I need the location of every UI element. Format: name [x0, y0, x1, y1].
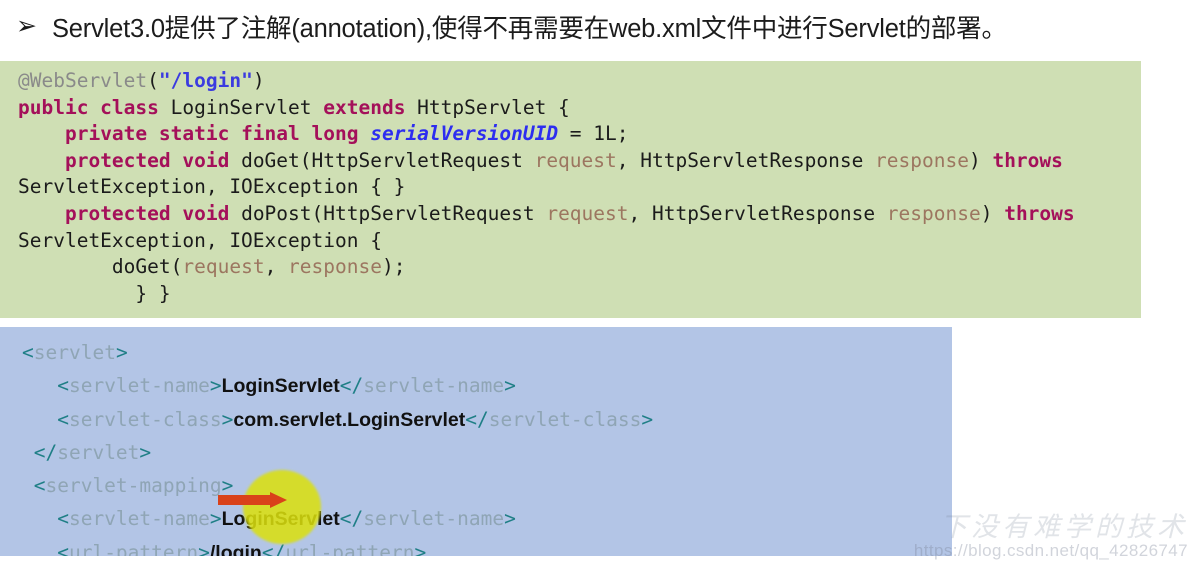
code-line: </servlet> — [22, 436, 952, 469]
code-token-plain: ) — [968, 148, 993, 172]
code-line: ServletException, IOException { } — [18, 174, 1141, 201]
code-token-text: LoginServlet — [221, 375, 340, 398]
code-token-keyword: throws — [1004, 201, 1075, 225]
code-token-plain: = 1L; — [558, 122, 629, 146]
code-token-plain: ) — [980, 201, 1005, 225]
code-token-plain: , HttpServletResponse — [616, 148, 876, 172]
code-token-keyword: extends — [323, 95, 418, 119]
code-token-bracket: </ — [22, 440, 58, 464]
code-token-tag: servlet — [33, 341, 116, 364]
code-token-bracket: > — [414, 540, 427, 556]
code-token-bracket: > — [641, 407, 654, 431]
code-token-text: /login — [209, 541, 262, 556]
code-token-keyword: protected void — [64, 148, 242, 172]
code-token-keyword: throws — [992, 148, 1063, 172]
code-token-text: LoginServlet — [221, 508, 340, 531]
code-token-bracket: > — [115, 341, 128, 364]
code-token-bracket: </ — [339, 374, 364, 398]
code-token-plain: , — [264, 255, 289, 279]
code-token-tag: servlet-class — [68, 407, 222, 431]
code-token-tag: url-pattern — [285, 540, 415, 556]
code-token-keyword: public class — [18, 95, 171, 119]
watermark-chinese-text: 下没有难学的技术 — [940, 511, 1188, 543]
code-token-param: request — [534, 148, 617, 172]
code-token-bracket: > — [209, 507, 222, 531]
code-token-plain: doPost(HttpServletRequest — [241, 201, 547, 225]
code-token-tag: servlet — [57, 440, 140, 464]
code-token-bracket: < — [22, 341, 34, 364]
code-token-bracket: < — [22, 407, 69, 431]
code-token-bracket: </ — [339, 507, 364, 531]
code-token-param: request — [182, 255, 265, 279]
code-token-string: "/login" — [158, 69, 253, 92]
code-token-tag: servlet-name — [68, 374, 210, 398]
code-token-plain: } } — [18, 281, 171, 305]
code-token-plain: , HttpServletResponse — [628, 201, 887, 225]
code-line: <servlet-class>com.servlet.LoginServlet<… — [22, 403, 952, 436]
code-token-bracket: > — [139, 440, 152, 464]
code-line: <servlet-name>LoginServlet</servlet-name… — [22, 369, 952, 402]
code-token-param: request — [546, 201, 629, 225]
code-token-keyword: protected void — [64, 201, 242, 225]
bullet-arrow-icon: ➢ — [16, 10, 37, 40]
code-token-bracket: > — [221, 407, 234, 431]
java-code-block: @WebServlet("/login") public class LoginS… — [0, 61, 1141, 318]
code-token-plain: ServletException, IOException { } — [18, 175, 406, 199]
code-token-bracket: < — [22, 507, 69, 531]
code-token-plain: doGet(HttpServletRequest — [241, 148, 535, 172]
code-token-field: serialVersionUID — [370, 122, 559, 146]
code-token-tag: servlet-name — [363, 507, 505, 531]
code-line: doGet(request, response); — [18, 254, 1141, 281]
code-token-plain: LoginServlet — [170, 95, 324, 119]
code-token-plain: ServletException, IOException { — [18, 228, 382, 252]
code-line: protected void doGet(HttpServletRequest … — [18, 148, 1141, 175]
code-token-keyword: private static final long — [64, 122, 371, 146]
code-token-tag: servlet-mapping — [45, 474, 222, 498]
code-token-plain: ( — [147, 69, 159, 92]
code-token-tag: url-pattern — [68, 540, 199, 556]
code-token-bracket: > — [221, 474, 234, 498]
code-line: protected void doPost(HttpServletRequest… — [18, 201, 1141, 228]
code-token-bracket: < — [22, 374, 69, 398]
code-token-text: com.servlet.LoginServlet — [233, 408, 466, 431]
heading-bullet-line: ➢ Servlet3.0提供了注解(annotation),使得不再需要在web… — [0, 0, 1194, 52]
code-token-plain: ); — [381, 255, 406, 279]
code-token-bracket: < — [22, 474, 46, 498]
code-token-bracket: > — [504, 374, 516, 398]
page-title: Servlet3.0提供了注解(annotation),使得不再需要在web.x… — [52, 14, 1007, 43]
code-token-annot: @WebServlet — [18, 69, 148, 92]
code-token-bracket: > — [504, 507, 516, 531]
code-token-bracket: > — [209, 374, 222, 398]
code-token-param: response — [886, 201, 981, 225]
code-token-bracket: </ — [261, 540, 286, 556]
code-line: <servlet-name>LoginServlet</servlet-name… — [22, 502, 952, 535]
code-line: <servlet-mapping> — [22, 469, 952, 502]
code-line: ServletException, IOException { — [18, 228, 1141, 255]
code-token-bracket: < — [22, 540, 69, 556]
watermark-url-text: https://blog.csdn.net/qq_42826747 — [913, 541, 1188, 561]
xml-code-block: <servlet> <servlet-name>LoginServlet</se… — [0, 327, 952, 556]
code-line: <servlet> — [22, 336, 952, 369]
code-line: <url-pattern>/login</url-pattern> — [22, 536, 952, 556]
code-token-plain: HttpServlet { — [417, 95, 570, 119]
code-token-plain: doGet( — [18, 255, 183, 279]
code-token-bracket: > — [198, 540, 210, 556]
code-token-param: response — [875, 148, 969, 172]
code-token-plain: ) — [252, 69, 265, 92]
code-line: @WebServlet("/login") — [18, 68, 1141, 95]
watermark: 下没有难学的技术 https://blog.csdn.net/qq_428267… — [913, 511, 1188, 561]
code-token-param: response — [288, 255, 382, 279]
code-line: private static final long serialVersionU… — [18, 121, 1141, 148]
code-line: public class LoginServlet extends HttpSe… — [18, 95, 1141, 122]
code-token-tag: servlet-name — [68, 507, 210, 531]
code-line: } } — [18, 281, 1141, 308]
code-token-bracket: </ — [465, 407, 489, 431]
code-token-tag: servlet-name — [363, 374, 505, 398]
code-token-tag: servlet-class — [488, 407, 642, 431]
